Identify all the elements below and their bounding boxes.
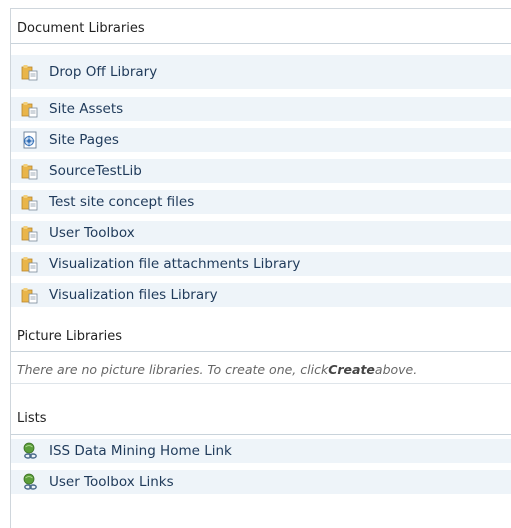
section-title: Lists (17, 411, 47, 426)
empty-picture-libraries-message: There are no picture libraries. To creat… (11, 356, 511, 384)
list-item-user-toolbox-links[interactable]: User Toolbox Links (11, 470, 511, 494)
section-header-lists: Lists (11, 403, 511, 435)
list-item-site-assets[interactable]: Site Assets (11, 97, 511, 121)
list-item-label[interactable]: Drop Off Library (49, 64, 157, 80)
list-item-drop-off-library[interactable]: Drop Off Library (11, 55, 511, 89)
section-title: Document Libraries (17, 21, 145, 36)
links-list-icon (23, 473, 37, 490)
list-item-user-toolbox[interactable]: User Toolbox (11, 221, 511, 245)
document-library-icon (21, 102, 38, 118)
wiki-page-library-icon (23, 131, 37, 149)
section-title: Picture Libraries (17, 329, 122, 344)
document-library-icon (21, 288, 38, 304)
list-item-label[interactable]: SourceTestLib (49, 163, 142, 179)
list-item-label[interactable]: Site Pages (49, 132, 119, 148)
list-item-sourcetestlib[interactable]: SourceTestLib (11, 159, 511, 183)
links-list-icon (23, 442, 37, 459)
list-item-test-site-concept-files[interactable]: Test site concept files (11, 190, 511, 214)
document-library-icon (21, 195, 38, 211)
empty-message-text-end: above. (374, 362, 418, 377)
section-header-document-libraries: Document Libraries (11, 14, 511, 44)
list-item-label[interactable]: User Toolbox Links (49, 474, 174, 490)
list-item-label[interactable]: Visualization files Library (49, 287, 218, 303)
list-item-visualization-file-attachments-library[interactable]: Visualization file attachments Library (11, 252, 511, 276)
list-item-iss-data-mining-home-link[interactable]: ISS Data Mining Home Link (11, 439, 511, 463)
document-library-icon (21, 257, 38, 273)
list-item-label[interactable]: Visualization file attachments Library (49, 256, 300, 272)
list-item-site-pages[interactable]: Site Pages (11, 128, 511, 152)
list-item-label[interactable]: Site Assets (49, 101, 123, 117)
list-item-label[interactable]: Test site concept files (49, 194, 194, 210)
create-link[interactable]: Create (328, 362, 375, 377)
list-item-label[interactable]: User Toolbox (49, 225, 135, 241)
section-header-picture-libraries: Picture Libraries (11, 322, 511, 352)
list-item-label[interactable]: ISS Data Mining Home Link (49, 443, 232, 459)
list-item-visualization-files-library[interactable]: Visualization files Library (11, 283, 511, 307)
document-library-icon (21, 164, 38, 180)
document-library-icon (21, 226, 38, 242)
document-library-icon (21, 65, 38, 81)
empty-message-text: There are no picture libraries. To creat… (17, 362, 329, 377)
